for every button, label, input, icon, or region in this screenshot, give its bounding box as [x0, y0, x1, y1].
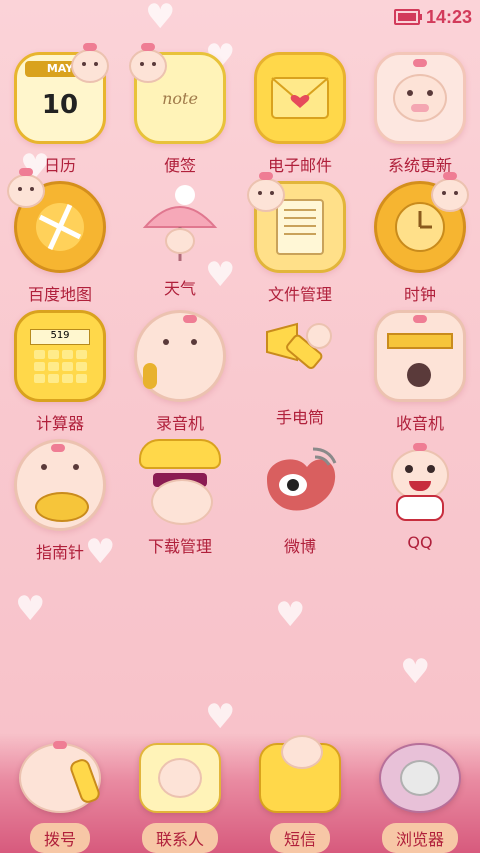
radio-icon [374, 310, 466, 402]
app-compass[interactable]: 指南针 [0, 439, 120, 568]
app-label: QQ [407, 533, 433, 552]
dock-app-dialer[interactable]: 拨号 [0, 733, 120, 853]
app-download-manager[interactable]: 下载管理 [120, 439, 240, 568]
clock-time: 14:23 [425, 6, 472, 27]
contacts-icon [139, 743, 221, 813]
browser-icon [379, 743, 461, 813]
app-file-manager[interactable]: 文件管理 [240, 172, 360, 310]
recorder-icon [134, 310, 226, 402]
download-manager-icon [137, 439, 223, 525]
map-icon [7, 168, 106, 273]
dock-label: 拨号 [29, 823, 90, 853]
app-label: 电子邮件 [267, 156, 332, 175]
weather-umbrella-icon [137, 181, 223, 267]
app-label: 指南针 [35, 543, 84, 562]
email-envelope-icon [254, 52, 346, 144]
app-email[interactable]: 电子邮件 [240, 52, 360, 181]
app-label: 下载管理 [147, 537, 212, 556]
dock-app-browser[interactable]: 浏览器 [360, 733, 480, 853]
dock-app-contacts[interactable]: 联系人 [120, 733, 240, 853]
heart-decoration: ♥ [145, 0, 176, 37]
heart-decoration: ♥ [205, 697, 236, 737]
app-weather[interactable]: 天气 [120, 181, 240, 310]
pig-icon [431, 172, 469, 212]
app-label: 日历 [43, 156, 76, 175]
app-label: 微博 [283, 537, 316, 556]
weibo-icon [257, 439, 343, 525]
phone-icon [19, 741, 102, 813]
clock-icon [374, 172, 469, 273]
heart-decoration: ♥ [275, 595, 306, 635]
heart-decoration: ♥ [400, 652, 431, 692]
app-calendar[interactable]: MAY 10 日历 [0, 43, 120, 181]
app-label: 手电筒 [275, 408, 324, 427]
notepad-icon: note [129, 43, 226, 144]
calculator-icon: 519 [14, 310, 106, 402]
pig-icon [7, 168, 45, 208]
app-baidu-map[interactable]: 百度地图 [0, 168, 120, 310]
app-label: 收音机 [395, 414, 444, 433]
calendar-day: 10 [41, 90, 79, 120]
sms-icon [259, 735, 341, 813]
app-label: 百度地图 [27, 285, 92, 304]
dock-label: 短信 [269, 823, 330, 853]
file-manager-icon [247, 172, 346, 273]
app-label: 录音机 [155, 414, 204, 433]
pig-icon [129, 43, 167, 83]
pig-icon [247, 172, 285, 212]
app-label: 天气 [163, 279, 196, 298]
flashlight-icon [257, 310, 343, 396]
system-update-icon [374, 52, 466, 144]
app-calculator[interactable]: 519 计算器 [0, 310, 120, 439]
app-grid: MAY 10 日历 note 便签 电子邮件 系统更新 百度地图 天气 文件管理… [0, 43, 480, 568]
qq-icon [377, 439, 463, 525]
app-weibo[interactable]: 微博 [240, 439, 360, 568]
heart-decoration: ♥ [15, 589, 46, 629]
dock-label: 浏览器 [381, 823, 458, 853]
app-clock[interactable]: 时钟 [360, 172, 480, 310]
app-system-update[interactable]: 系统更新 [360, 52, 480, 181]
status-bar: 14:23 [0, 0, 480, 34]
pig-icon [71, 43, 109, 83]
calculator-display: 519 [30, 329, 90, 345]
compass-icon [14, 439, 106, 531]
calendar-icon: MAY 10 [14, 43, 109, 144]
app-radio[interactable]: 收音机 [360, 310, 480, 439]
app-label: 时钟 [403, 285, 436, 304]
app-flashlight[interactable]: 手电筒 [240, 310, 360, 439]
note-text: note [162, 88, 198, 108]
app-label: 文件管理 [267, 285, 332, 304]
app-label: 便签 [163, 156, 196, 175]
battery-icon [393, 9, 422, 25]
app-label: 系统更新 [387, 156, 452, 175]
dock: 拨号 联系人 短信 浏览器 [0, 733, 480, 853]
dock-label: 联系人 [141, 823, 218, 853]
app-notes[interactable]: note 便签 [120, 43, 240, 181]
app-recorder[interactable]: 录音机 [120, 310, 240, 439]
app-label: 计算器 [35, 414, 84, 433]
dock-app-sms[interactable]: 短信 [240, 733, 360, 853]
app-qq[interactable]: QQ [360, 439, 480, 568]
